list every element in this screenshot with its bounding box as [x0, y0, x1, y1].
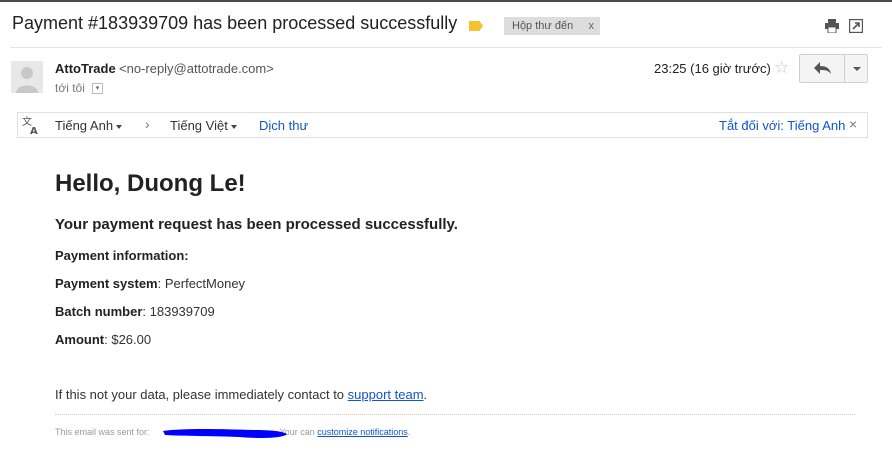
translate-icon: 文 A	[22, 115, 40, 137]
footer-end: .	[407, 427, 411, 437]
turn-off-translation-link[interactable]: Tắt đối với: Tiếng Anh	[719, 118, 845, 133]
header-divider	[10, 47, 882, 48]
payment-info-heading: Payment information:	[55, 248, 189, 263]
translate-message-link[interactable]: Dịch thư	[259, 118, 308, 133]
amount-row: Amount: $26.00	[55, 332, 151, 347]
amount-label: Amount	[55, 332, 105, 347]
batch-number-value: : 183939709	[142, 304, 215, 319]
warning-text: If this not your data, please immediatel…	[55, 387, 427, 402]
footer-divider	[55, 414, 855, 415]
warning-message: If this not your data, please immediatel…	[55, 387, 348, 402]
label-tag-icon[interactable]	[469, 21, 483, 31]
redaction-mark	[162, 425, 288, 441]
more-actions-button[interactable]	[845, 54, 868, 83]
support-team-link[interactable]: support team	[348, 387, 424, 402]
target-language-label: Tiếng Việt	[170, 118, 228, 133]
show-details-button[interactable]: ▾	[92, 83, 103, 94]
chevron-down-icon	[116, 124, 123, 129]
reply-icon	[814, 62, 831, 74]
amount-value: : $26.00	[104, 332, 152, 347]
print-icon[interactable]	[825, 19, 839, 34]
payment-system-value: : PerfectMoney	[157, 276, 246, 291]
sender-name[interactable]: AttoTrade	[55, 61, 116, 76]
payment-system-label: Payment system	[55, 276, 158, 291]
remove-label-button[interactable]: x	[589, 17, 595, 35]
chevron-down-icon	[853, 67, 861, 71]
close-translate-bar-button[interactable]: ×	[849, 116, 857, 132]
batch-number-row: Batch number: 183939709	[55, 304, 215, 319]
target-language-select[interactable]: Tiếng Việt	[170, 118, 237, 133]
sender-email: <no-reply@attotrade.com>	[119, 61, 274, 76]
greeting-heading: Hello, Duong Le!	[55, 170, 246, 197]
translate-bar: 文 A Tiếng Anh › Tiếng Việt Dịch thư Tắt …	[17, 112, 868, 138]
reply-button[interactable]	[799, 54, 845, 83]
payment-system-row: Payment system: PerfectMoney	[55, 276, 245, 291]
source-language-label: Tiếng Anh	[55, 118, 114, 133]
message-time: 23:25 (16 giờ trước)	[654, 61, 771, 76]
sent-for-text: This email was sent for:	[55, 427, 150, 437]
inbox-label-text: Hộp thư đến	[512, 20, 574, 32]
source-language-select[interactable]: Tiếng Anh	[55, 118, 123, 133]
processed-message: Your payment request has been processed …	[55, 216, 458, 233]
svg-text:A: A	[30, 126, 38, 135]
inbox-label-chip[interactable]: Hộp thư đến x	[504, 17, 600, 35]
customize-notifications-link[interactable]: customize notifications	[317, 427, 408, 437]
recipient-text: tới tôi	[55, 81, 85, 95]
chevron-right-icon: ›	[145, 116, 150, 132]
popout-icon[interactable]	[848, 18, 864, 34]
avatar-icon	[11, 61, 43, 93]
warning-end: .	[423, 387, 428, 402]
star-icon[interactable]: ☆	[774, 58, 789, 78]
subject-row: Payment #183939709 has been processed su…	[0, 2, 892, 46]
batch-number-label: Batch number	[55, 304, 143, 319]
chevron-down-icon	[230, 124, 237, 129]
email-subject: Payment #183939709 has been processed su…	[12, 13, 458, 33]
